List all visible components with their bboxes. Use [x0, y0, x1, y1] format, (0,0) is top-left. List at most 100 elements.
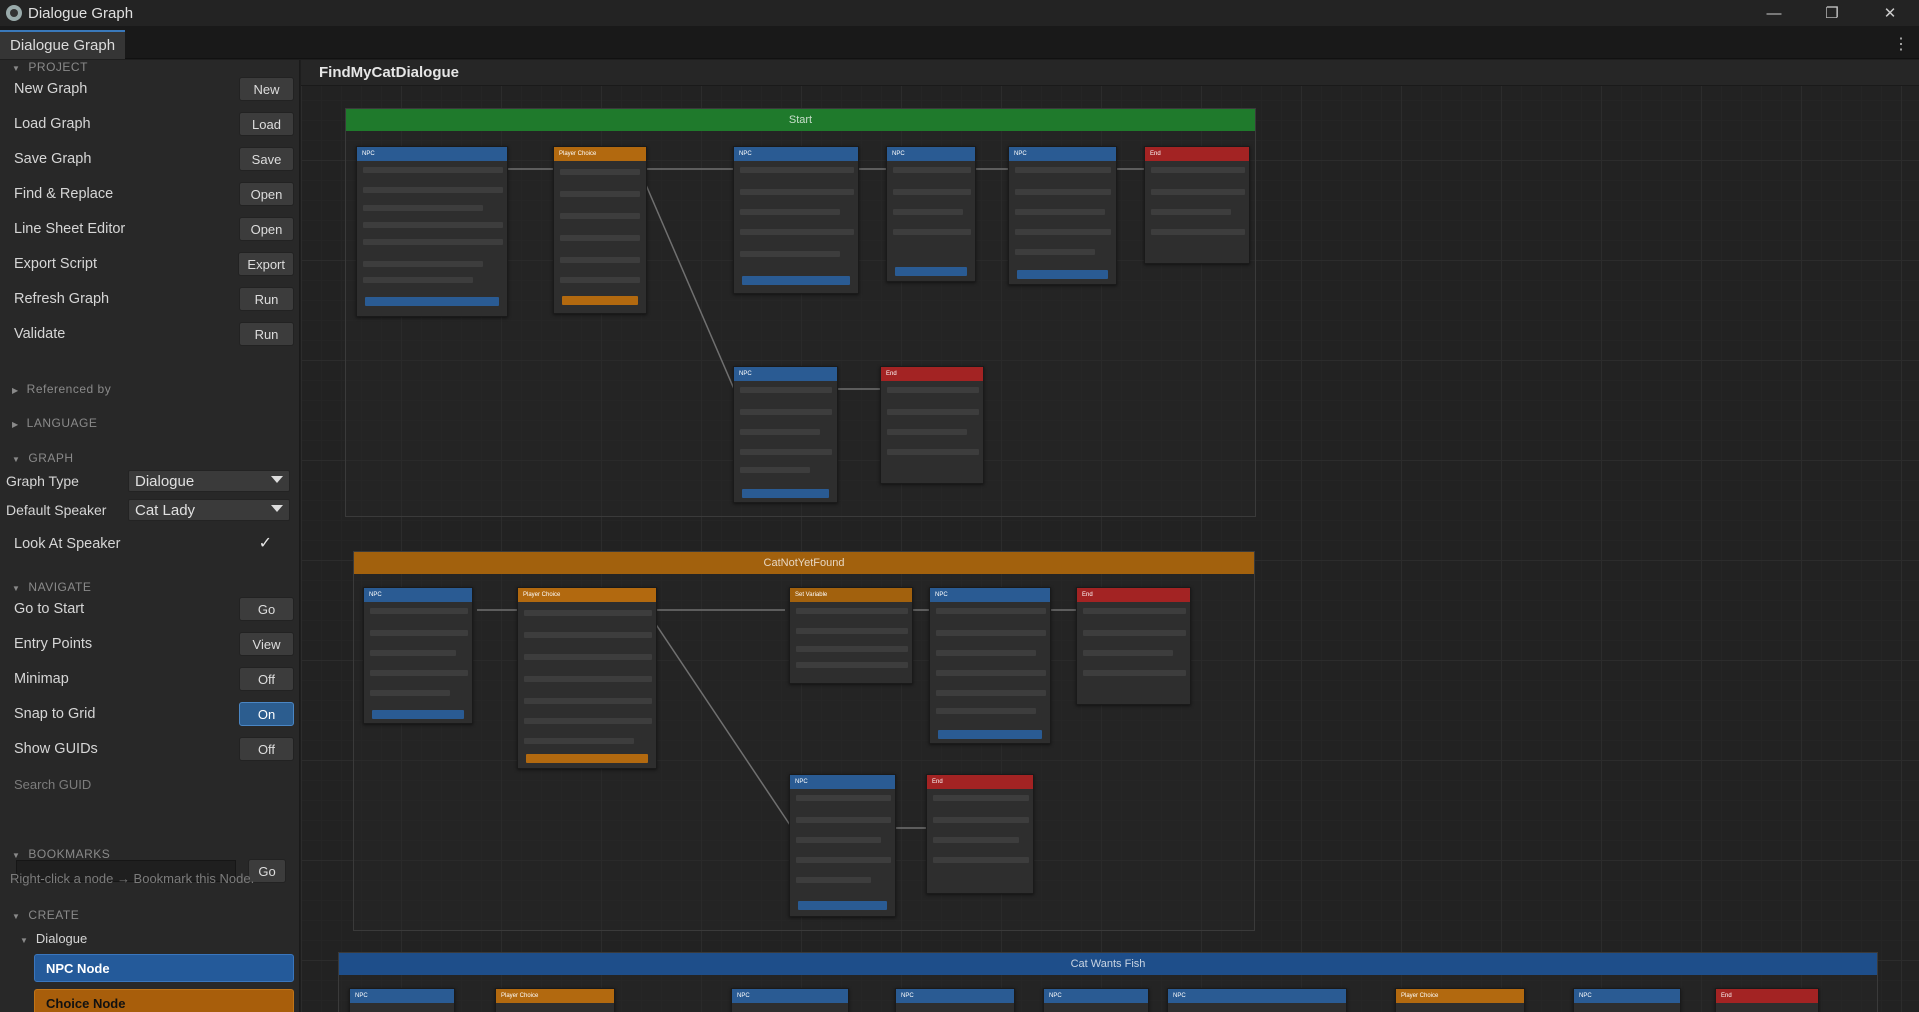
npc-node[interactable]: NPC: [356, 146, 508, 317]
npc-node[interactable]: NPC: [1043, 988, 1149, 1012]
entry-points-button[interactable]: View: [239, 632, 294, 656]
node-title: Player Choice: [496, 989, 614, 1003]
node-title: NPC: [1009, 147, 1116, 161]
node-title: End: [1716, 989, 1818, 1003]
end-node[interactable]: End: [880, 366, 984, 484]
new-graph-button[interactable]: New: [239, 77, 294, 101]
row-line-sheet-editor: Line Sheet Editor Open: [14, 216, 294, 242]
node-title: NPC: [734, 367, 837, 381]
line-data-button[interactable]: [742, 489, 829, 498]
chevron-down-icon: [271, 476, 283, 483]
default-speaker-dropdown[interactable]: Cat Lady: [128, 499, 290, 521]
npc-node[interactable]: NPC: [731, 988, 849, 1012]
npc-node[interactable]: NPC: [929, 587, 1051, 744]
player-choice-node[interactable]: Player Choice: [495, 988, 615, 1012]
export-script-button[interactable]: Export: [238, 252, 294, 276]
row-refresh-graph: Refresh Graph Run: [14, 286, 294, 312]
graph-type-dropdown[interactable]: Dialogue: [128, 470, 290, 492]
minimize-button[interactable]: —: [1745, 0, 1803, 26]
create-npc-node-button[interactable]: NPC Node: [34, 954, 294, 982]
row-show-guids: Show GUIDs Off: [14, 736, 294, 762]
show-guids-toggle[interactable]: Off: [239, 737, 294, 761]
more-menu-icon[interactable]: ⋮: [1893, 34, 1909, 54]
search-guid-label: Search GUID: [14, 777, 92, 792]
section-referenced-by[interactable]: ▶ Referenced by: [12, 382, 111, 396]
row-validate: Validate Run: [14, 321, 294, 347]
row-entry-points: Entry Points View: [14, 631, 294, 657]
node-title: NPC: [364, 588, 472, 602]
refresh-graph-button[interactable]: Run: [239, 287, 294, 311]
row-snap-to-grid: Snap to Grid On: [14, 701, 294, 727]
node-title: NPC: [896, 989, 1014, 1003]
go-to-start-button[interactable]: Go: [239, 597, 294, 621]
app-icon: [6, 5, 22, 21]
snap-to-grid-toggle[interactable]: On: [239, 702, 294, 726]
save-graph-button[interactable]: Save: [239, 147, 294, 171]
player-choice-node[interactable]: Player Choice: [1395, 988, 1525, 1012]
section-create[interactable]: ▼ CREATE: [12, 908, 79, 922]
line-data-button[interactable]: [895, 267, 967, 276]
section-project[interactable]: ▼ PROJECT: [12, 60, 88, 74]
look-at-speaker-checkbox[interactable]: ✓: [259, 533, 272, 553]
create-subsection-dialogue[interactable]: ▼ Dialogue: [20, 931, 87, 946]
close-button[interactable]: ✕: [1861, 0, 1919, 26]
tab-dialogue-graph[interactable]: Dialogue Graph: [0, 30, 126, 59]
end-node[interactable]: End: [1715, 988, 1819, 1012]
validate-button[interactable]: Run: [239, 322, 294, 346]
node-title: End: [1145, 147, 1249, 161]
node-title: Player Choice: [1396, 989, 1524, 1003]
line-data-button[interactable]: [562, 296, 638, 305]
chevron-down-icon: [271, 505, 283, 512]
npc-node[interactable]: NPC: [733, 146, 859, 294]
section-navigate[interactable]: ▼ NAVIGATE: [12, 580, 91, 594]
line-data-button[interactable]: [938, 730, 1042, 739]
expand-triangle-icon: ▼: [12, 912, 21, 921]
minimap-toggle[interactable]: Off: [239, 667, 294, 691]
npc-node[interactable]: NPC: [1008, 146, 1117, 285]
collapse-triangle-icon: ▶: [12, 386, 19, 395]
title-bar: Dialogue Graph — ❐ ✕: [0, 0, 1919, 26]
npc-node[interactable]: NPC: [363, 587, 473, 724]
maximize-button[interactable]: ❐: [1803, 0, 1861, 26]
line-data-button[interactable]: [798, 901, 887, 910]
npc-node[interactable]: NPC: [1167, 988, 1347, 1012]
bookmarks-hint: Right-click a node → Bookmark this Node.: [10, 871, 255, 886]
section-language[interactable]: ▶ LANGUAGE: [12, 416, 97, 430]
player-choice-node[interactable]: Player Choice: [553, 146, 647, 314]
node-title: NPC: [930, 588, 1050, 602]
row-graph-type: Graph Type Dialogue: [6, 470, 294, 492]
npc-node[interactable]: NPC: [886, 146, 976, 282]
section-graph[interactable]: ▼ GRAPH: [12, 451, 74, 465]
line-data-button[interactable]: [526, 754, 648, 763]
line-sheet-editor-button[interactable]: Open: [239, 217, 294, 241]
player-choice-node[interactable]: Player Choice: [517, 587, 657, 769]
section-bookmarks[interactable]: ▼ BOOKMARKS: [12, 847, 110, 861]
end-node[interactable]: End: [1144, 146, 1250, 264]
line-data-button[interactable]: [372, 710, 464, 719]
npc-node[interactable]: NPC: [733, 366, 838, 503]
expand-triangle-icon: ▼: [12, 851, 21, 860]
line-data-button[interactable]: [365, 297, 499, 306]
end-node[interactable]: End: [926, 774, 1034, 894]
npc-node[interactable]: NPC: [349, 988, 455, 1012]
set-variable-node[interactable]: Set Variable: [789, 587, 913, 684]
row-save-graph: Save Graph Save: [14, 146, 294, 172]
npc-node[interactable]: NPC: [1573, 988, 1681, 1012]
graph-canvas[interactable]: FindMyCatDialogue Start CatNotYetFound C…: [301, 60, 1919, 1012]
collapse-triangle-icon: ▶: [12, 420, 19, 429]
line-data-button[interactable]: [1017, 270, 1108, 279]
npc-node[interactable]: NPC: [789, 774, 896, 917]
npc-node[interactable]: NPC: [895, 988, 1015, 1012]
line-data-button[interactable]: [742, 276, 850, 285]
find-replace-button[interactable]: Open: [239, 182, 294, 206]
expand-triangle-icon: ▼: [20, 936, 28, 945]
node-title: NPC: [887, 147, 975, 161]
create-choice-node-button[interactable]: Choice Node: [34, 989, 294, 1012]
expand-triangle-icon: ▼: [12, 584, 21, 593]
row-new-graph: New Graph New: [14, 76, 294, 102]
load-graph-button[interactable]: Load: [239, 112, 294, 136]
node-title: End: [1077, 588, 1190, 602]
node-title: NPC: [1044, 989, 1148, 1003]
end-node[interactable]: End: [1076, 587, 1191, 705]
row-look-at-speaker: Look At Speaker ✓: [14, 533, 272, 553]
